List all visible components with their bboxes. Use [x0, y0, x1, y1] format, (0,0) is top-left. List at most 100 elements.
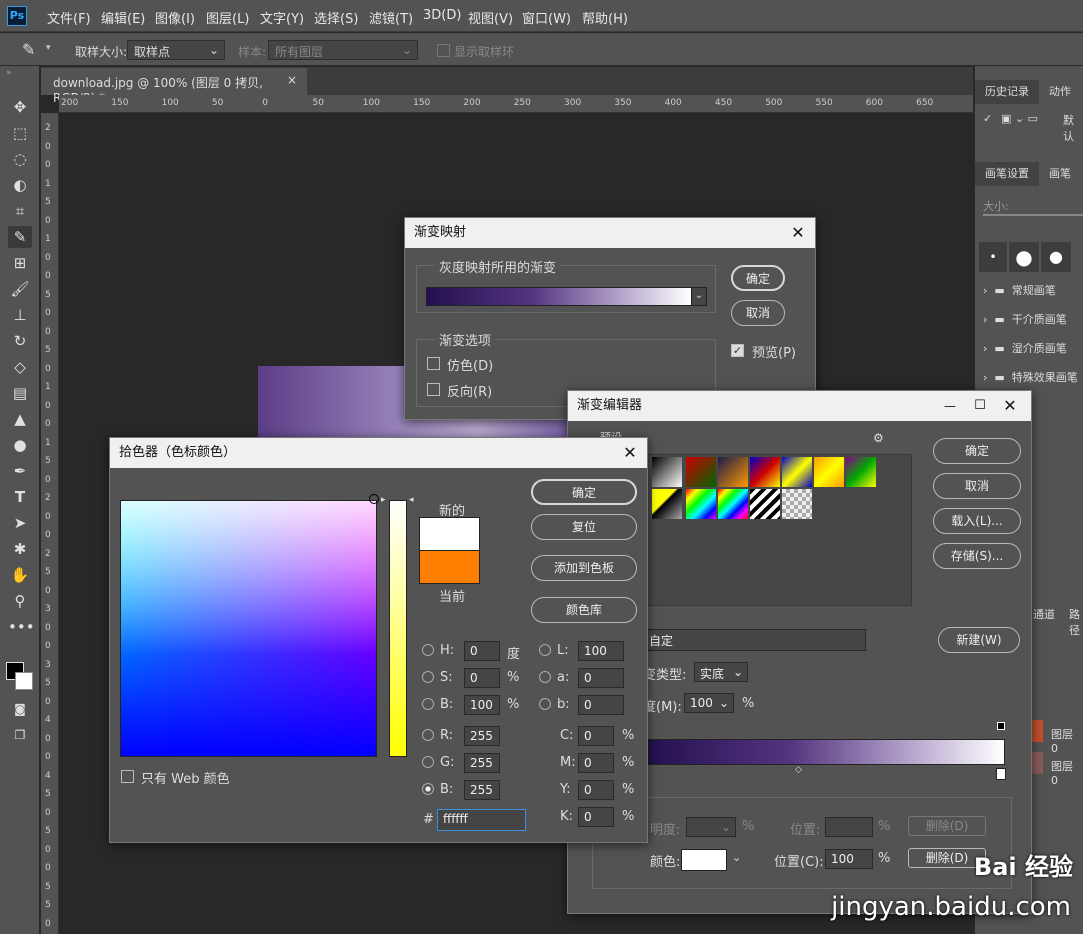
tab-channels[interactable]: 通道: [1033, 606, 1055, 622]
preset-swatch[interactable]: [750, 457, 780, 487]
chevron-down-icon[interactable]: ⌄: [732, 851, 741, 864]
a-field[interactable]: 0: [578, 668, 624, 688]
close-icon[interactable]: ✕: [783, 218, 813, 248]
c-field[interactable]: 0: [578, 726, 614, 746]
blur-tool-icon[interactable]: ▲: [8, 408, 32, 430]
quick-select-tool-icon[interactable]: ◐: [8, 174, 32, 196]
save-button[interactable]: 存储(S)...: [933, 543, 1021, 569]
r-field[interactable]: 255: [464, 726, 500, 746]
preset-swatch[interactable]: [652, 489, 682, 519]
gear-icon[interactable]: ⚙: [873, 431, 884, 445]
hand-tool-icon[interactable]: ✋: [8, 564, 32, 586]
brightness-field[interactable]: 100: [464, 695, 500, 715]
tab-paths[interactable]: 路径: [1069, 606, 1083, 638]
gradient-name-field[interactable]: 自定: [643, 629, 866, 651]
move-tool-icon[interactable]: ✥: [8, 96, 32, 118]
color-field[interactable]: [120, 500, 377, 757]
brush-preset-3[interactable]: ●: [1041, 242, 1071, 272]
pen-tool-icon[interactable]: ✒: [8, 460, 32, 482]
new-button[interactable]: 新建(W): [938, 627, 1020, 653]
preset-swatch[interactable]: [814, 457, 844, 487]
preview-checkbox[interactable]: ✓: [731, 344, 744, 357]
type-tool-icon[interactable]: T: [8, 486, 32, 508]
add-to-swatches-button[interactable]: 添加到色板: [531, 555, 637, 581]
tab-brush-settings[interactable]: 画笔设置: [975, 162, 1039, 186]
opacity-stop[interactable]: [997, 722, 1005, 730]
brightness-radio[interactable]: [422, 698, 434, 710]
l-radio[interactable]: [539, 644, 551, 656]
layer-item-2[interactable]: 图层 0: [1051, 758, 1083, 787]
h-field[interactable]: 0: [464, 641, 500, 661]
slider-left-arrow[interactable]: ▸: [381, 495, 386, 505]
tab-history[interactable]: 历史记录: [975, 80, 1039, 104]
cancel-button[interactable]: 取消: [731, 300, 785, 326]
location-c-field[interactable]: 100: [825, 849, 873, 869]
close-icon[interactable]: ✕: [995, 391, 1025, 421]
preset-swatch[interactable]: [686, 457, 716, 487]
gradient-type-select[interactable]: 实底 ⌄: [694, 662, 748, 682]
layer-item-1[interactable]: 图层 0: [1051, 726, 1083, 755]
lab-b-radio[interactable]: [539, 698, 551, 710]
menu-layer[interactable]: 图层(L): [206, 8, 249, 27]
dodge-tool-icon[interactable]: ●: [8, 434, 32, 456]
reverse-checkbox[interactable]: [427, 383, 440, 396]
brush-preset-1[interactable]: •: [979, 242, 1007, 272]
a-radio[interactable]: [539, 671, 551, 683]
color-field-cursor[interactable]: [369, 494, 379, 504]
preset-swatch[interactable]: [782, 457, 812, 487]
h-radio[interactable]: [422, 644, 434, 656]
close-icon[interactable]: ×: [287, 73, 297, 87]
r-radio[interactable]: [422, 729, 434, 741]
sample-size-select[interactable]: 取样点 ⌄: [127, 40, 225, 60]
g-radio[interactable]: [422, 756, 434, 768]
dither-checkbox[interactable]: [427, 357, 440, 370]
document-tab[interactable]: download.jpg @ 100% (图层 0 拷贝, RGB/8) * ×: [41, 68, 307, 105]
tab-actions[interactable]: 动作: [1039, 80, 1083, 104]
collapse-icon[interactable]: »: [6, 68, 12, 78]
menu-view[interactable]: 视图(V): [468, 8, 513, 27]
menu-file[interactable]: 文件(F): [47, 8, 91, 27]
preset-swatch[interactable]: [652, 457, 682, 487]
hex-field[interactable]: ffffff: [437, 809, 526, 831]
ok-button[interactable]: 确定: [933, 438, 1021, 464]
lab-b-field[interactable]: 0: [578, 695, 624, 715]
minimize-icon[interactable]: —: [935, 391, 965, 421]
stop-color-swatch[interactable]: [681, 849, 727, 871]
close-icon[interactable]: ✕: [615, 438, 645, 468]
brush-size-slider[interactable]: [983, 214, 1083, 216]
quick-mask-icon[interactable]: ◙: [8, 698, 32, 720]
gradient-preview[interactable]: [426, 287, 692, 306]
crop-tool-icon[interactable]: ⌗: [8, 200, 32, 222]
brush-group-2[interactable]: › ▬ 干介质画笔: [983, 311, 1067, 327]
menu-help[interactable]: 帮助(H): [582, 8, 628, 27]
path-select-tool-icon[interactable]: ➤: [8, 512, 32, 534]
marquee-tool-icon[interactable]: ⬚: [8, 122, 32, 144]
color-libraries-button[interactable]: 颜色库: [531, 597, 637, 623]
preset-swatch[interactable]: [782, 489, 812, 519]
menu-3d[interactable]: 3D(D): [423, 8, 461, 23]
menu-select[interactable]: 选择(S): [314, 8, 358, 27]
brush-group-1[interactable]: › ▬ 常规画笔: [983, 282, 1056, 298]
midpoint-diamond[interactable]: ◇: [795, 765, 802, 775]
show-ring-checkbox[interactable]: [437, 44, 450, 57]
stamp-tool-icon[interactable]: ⊥: [8, 304, 32, 326]
preset-swatch[interactable]: [718, 489, 748, 519]
brush-group-4[interactable]: › ▬ 特殊效果画笔: [983, 369, 1078, 385]
preset-swatch[interactable]: [686, 489, 716, 519]
history-brush-tool-icon[interactable]: ↻: [8, 330, 32, 352]
healing-tool-icon[interactable]: ⊞: [8, 252, 32, 274]
chevron-down-icon[interactable]: ▾: [46, 43, 51, 53]
cancel-button[interactable]: 取消: [933, 473, 1021, 499]
gradient-tool-icon[interactable]: ▤: [8, 382, 32, 404]
zoom-tool-icon[interactable]: ⚲: [8, 590, 32, 612]
y-field[interactable]: 0: [578, 780, 614, 800]
sample-select[interactable]: 所有图层 ⌄: [268, 40, 418, 60]
g-field[interactable]: 255: [464, 753, 500, 773]
reset-button[interactable]: 复位: [531, 514, 637, 540]
eyedropper-tool-icon[interactable]: ✎: [8, 226, 32, 248]
background-color-swatch[interactable]: [15, 672, 33, 690]
smoothness-field[interactable]: 100 ⌄: [684, 693, 734, 713]
actions-default-set[interactable]: 默认: [1063, 112, 1083, 144]
slider-right-arrow[interactable]: ◂: [409, 495, 414, 505]
actions-toggle-icon[interactable]: ▣ ⌄ ▭: [1001, 112, 1038, 125]
